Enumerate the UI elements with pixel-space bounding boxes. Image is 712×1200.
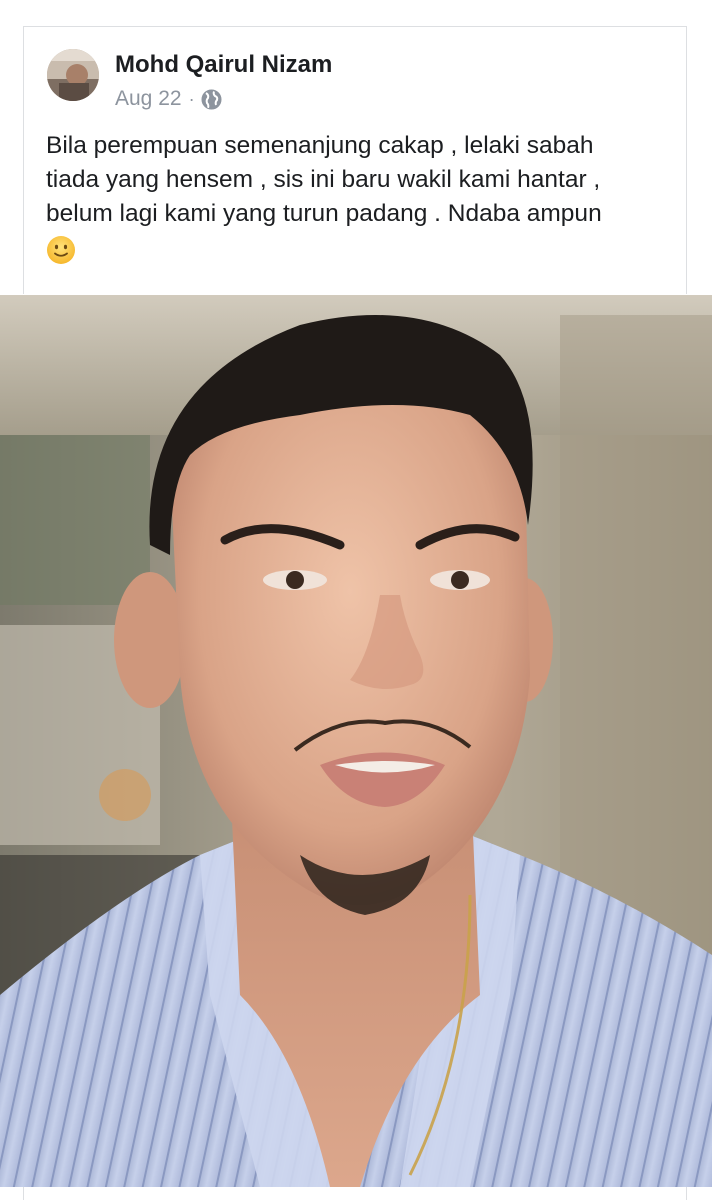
post-date[interactable]: Aug 22 (115, 87, 182, 111)
slightly-smiling-face-icon (46, 235, 76, 265)
post-page: Mohd Qairul Nizam Aug 22 · Bila perempua… (0, 0, 712, 1200)
post-card: Mohd Qairul Nizam Aug 22 · Bila perempua… (23, 26, 687, 294)
post-text-line: belum lagi kami yang turun padang . Ndab… (46, 200, 602, 227)
meta-separator: · (188, 88, 195, 109)
post-text: Bila perempuan semenanjung cakap , lelak… (46, 129, 678, 275)
post-photo[interactable] (0, 295, 712, 1187)
post-meta: Aug 22 · (115, 87, 222, 111)
post-text-line: tiada yang hensem , sis ini baru wakil k… (46, 166, 601, 193)
card-bottom-edge (23, 1187, 687, 1200)
author-avatar[interactable] (47, 49, 99, 101)
globe-icon (201, 89, 222, 110)
author-name[interactable]: Mohd Qairul Nizam (115, 51, 332, 79)
post-text-line: Bila perempuan semenanjung cakap , lelak… (46, 132, 594, 159)
